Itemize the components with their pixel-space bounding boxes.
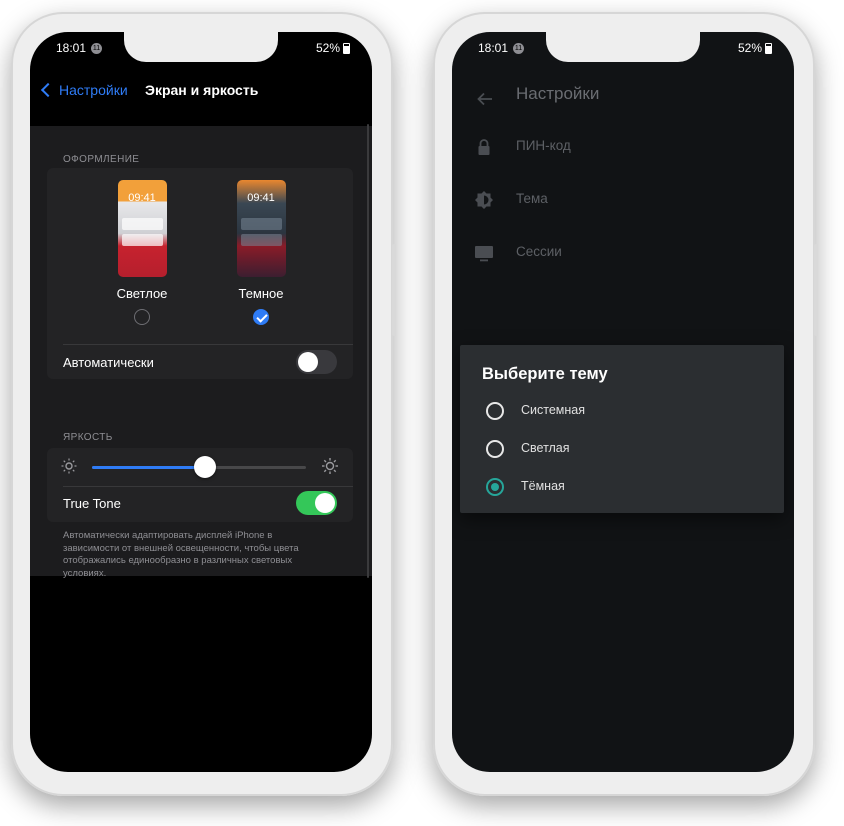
chevron-left-icon [40, 82, 56, 98]
menu-item-label: Тема [516, 191, 548, 206]
auto-toggle[interactable] [296, 350, 337, 374]
toggle-knob [315, 493, 335, 513]
preview-time: 09:41 [128, 192, 156, 204]
android-screen: 18:01 11 52% Настройки ПИН-код Тема Сесс… [452, 32, 794, 772]
dialog-option-label: Светлая [521, 441, 570, 455]
status-time-group: 18:01 11 [56, 41, 103, 55]
notch [546, 32, 700, 62]
radio-button[interactable] [486, 402, 504, 420]
dialog-title: Выберите тему [482, 365, 608, 383]
preview-widget [121, 218, 163, 230]
side-button [814, 244, 818, 336]
preview-time: 09:41 [247, 192, 275, 204]
settings-list: ОФОРМЛЕНИЕ 09:41 Светлое 09:41 Темное Ав… [30, 126, 372, 579]
theme-dialog: Выберите тему Системная Светлая Тёмная [460, 345, 784, 513]
app-bar-title: Настройки [516, 84, 600, 103]
page-title: Экран и яркость [145, 82, 259, 98]
toggle-knob [298, 352, 318, 372]
true-tone-label: True Tone [63, 496, 121, 511]
notification-badge: 11 [513, 42, 525, 54]
light-theme-label: Светлое [116, 286, 168, 301]
menu-item-label: Сессии [516, 244, 562, 259]
dialog-option-label: Системная [521, 403, 586, 417]
status-time: 18:01 [56, 41, 87, 55]
preview-widget [240, 234, 282, 246]
light-theme-preview: 09:41 [117, 180, 167, 277]
dark-theme-preview: 09:41 [236, 180, 286, 277]
dialog-option-label: Тёмная [521, 479, 565, 493]
battery-percent: 52% [315, 41, 340, 55]
battery-percent: 52% [737, 41, 762, 55]
status-time-group: 18:01 11 [478, 41, 525, 55]
status-battery-group: 52% [316, 41, 350, 55]
brightness-slider[interactable] [92, 456, 306, 478]
appearance-header: ОФОРМЛЕНИЕ [63, 154, 140, 165]
monitor-icon [475, 246, 493, 262]
menu-item-sessions[interactable]: Сессии [452, 234, 794, 274]
preview-widget [240, 218, 282, 230]
sun-large-icon [322, 458, 338, 474]
preview-widget [121, 234, 163, 246]
sun-small-icon [61, 458, 77, 474]
brightness-header: ЯРКОСТЬ [63, 432, 113, 443]
menu-item-theme[interactable]: Тема [452, 181, 794, 221]
menu-item-label: ПИН-код [516, 138, 571, 153]
dark-theme-label: Темное [238, 286, 284, 301]
theme-option-light[interactable]: 09:41 Светлое [92, 180, 192, 325]
auto-label: Автоматически [63, 355, 154, 370]
status-battery-group: 52% [738, 41, 772, 55]
arrow-back-icon[interactable] [476, 90, 494, 108]
divider [63, 344, 353, 345]
side-button [392, 244, 396, 336]
battery-icon [343, 42, 350, 54]
status-time: 18:01 [478, 41, 509, 55]
dark-theme-radio-checked[interactable] [253, 309, 269, 325]
radio-button-checked[interactable] [486, 478, 504, 496]
scrollbar[interactable] [367, 124, 369, 578]
ios-screen: 18:01 11 52% Настройки Экран и яркость О… [30, 32, 372, 772]
dialog-option-system[interactable]: Системная [460, 393, 784, 429]
divider [63, 486, 353, 487]
right-phone-frame: 18:01 11 52% Настройки ПИН-код Тема Сесс… [433, 12, 818, 796]
true-tone-toggle[interactable] [296, 491, 337, 515]
notch [124, 32, 278, 62]
notification-badge: 11 [91, 42, 103, 54]
left-phone-frame: 18:01 11 52% Настройки Экран и яркость О… [11, 12, 396, 796]
menu-item-pin[interactable]: ПИН-код [452, 128, 794, 168]
theme-option-dark[interactable]: 09:41 Темное [211, 180, 311, 325]
back-label: Настройки [59, 82, 128, 98]
dialog-option-dark[interactable]: Тёмная [460, 469, 784, 505]
brightness-slider-fill [92, 466, 206, 469]
appearance-group: 09:41 Светлое 09:41 Темное Автоматически [47, 168, 353, 379]
dialog-option-light[interactable]: Светлая [460, 431, 784, 467]
lock-icon [478, 139, 490, 155]
theme-icon [475, 191, 493, 209]
brightness-group: True Tone [47, 448, 353, 522]
app-bar: Настройки [452, 82, 794, 118]
back-button[interactable]: Настройки [40, 82, 128, 98]
light-theme-radio[interactable] [134, 309, 150, 325]
true-tone-footnote: Автоматически адаптировать дисплей iPhon… [63, 530, 299, 579]
battery-icon [765, 42, 772, 54]
radio-button[interactable] [486, 440, 504, 458]
navigation-bar: Настройки Экран и яркость [30, 82, 372, 112]
brightness-slider-thumb[interactable] [194, 456, 217, 478]
